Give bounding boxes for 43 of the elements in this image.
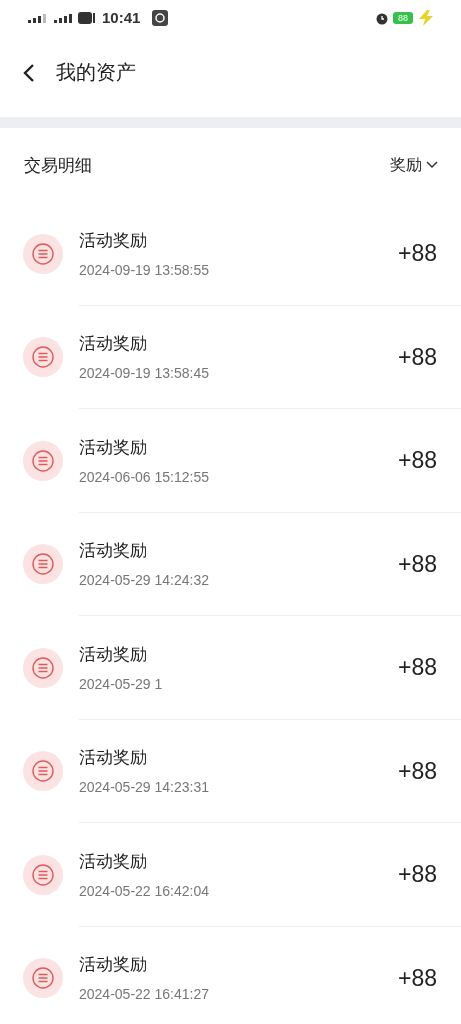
transaction-time: 2024-05-22 16:42:04 xyxy=(79,882,210,899)
transaction-amount: +88 xyxy=(398,757,437,785)
transaction-time: 2024-05-29 14:24:32 xyxy=(79,572,210,589)
coins-icon xyxy=(23,544,63,585)
coins-icon xyxy=(23,337,63,378)
filter-dropdown[interactable]: 奖励 xyxy=(390,154,438,176)
transaction-amount: +88 xyxy=(398,447,437,475)
transaction-title: 活动奖励 xyxy=(79,642,148,666)
coins-icon xyxy=(23,854,63,895)
transaction-amount: +88 xyxy=(398,964,437,992)
signal-icon xyxy=(26,11,48,24)
charging-icon xyxy=(417,9,435,26)
coins-icon xyxy=(23,440,63,481)
chevron-down-icon xyxy=(426,161,438,169)
coins-icon xyxy=(23,958,63,999)
transaction-title: 活动奖励 xyxy=(79,953,148,977)
back-icon[interactable] xyxy=(22,62,36,83)
transaction-title: 活动奖励 xyxy=(79,435,148,459)
transaction-time: 2024-05-29 14:23:31 xyxy=(79,779,210,796)
transaction-title: 活动奖励 xyxy=(79,332,148,356)
transaction-title: 活动奖励 xyxy=(79,746,148,770)
transaction-time: 2024-06-06 15:12:55 xyxy=(79,468,210,485)
transaction-title: 活动奖励 xyxy=(79,228,148,252)
transaction-time: 2024-05-29 1 xyxy=(79,675,164,692)
transaction-amount: +88 xyxy=(398,343,437,371)
transaction-time: 2024-05-22 16:41:27 xyxy=(79,986,210,1003)
app-notification-icon xyxy=(152,9,169,26)
signal-icon xyxy=(52,11,74,24)
transaction-amount: +88 xyxy=(398,654,437,682)
coins-icon xyxy=(23,751,63,792)
transaction-time: 2024-09-19 13:58:45 xyxy=(79,365,210,382)
transaction-title: 活动奖励 xyxy=(79,849,148,873)
transaction-time: 2024-09-19 13:58:55 xyxy=(79,261,210,278)
section-title: 交易明细 xyxy=(24,153,92,177)
transaction-amount: +88 xyxy=(398,861,437,889)
coins-icon xyxy=(23,233,63,274)
page-title: 我的资产 xyxy=(56,59,136,86)
transaction-amount: +88 xyxy=(398,240,437,268)
clock-time: 10:41 xyxy=(102,9,141,26)
battery-level: 88 xyxy=(393,11,413,24)
transaction-title: 活动奖励 xyxy=(79,539,148,563)
coins-icon xyxy=(23,647,63,688)
transaction-amount: +88 xyxy=(398,550,437,578)
